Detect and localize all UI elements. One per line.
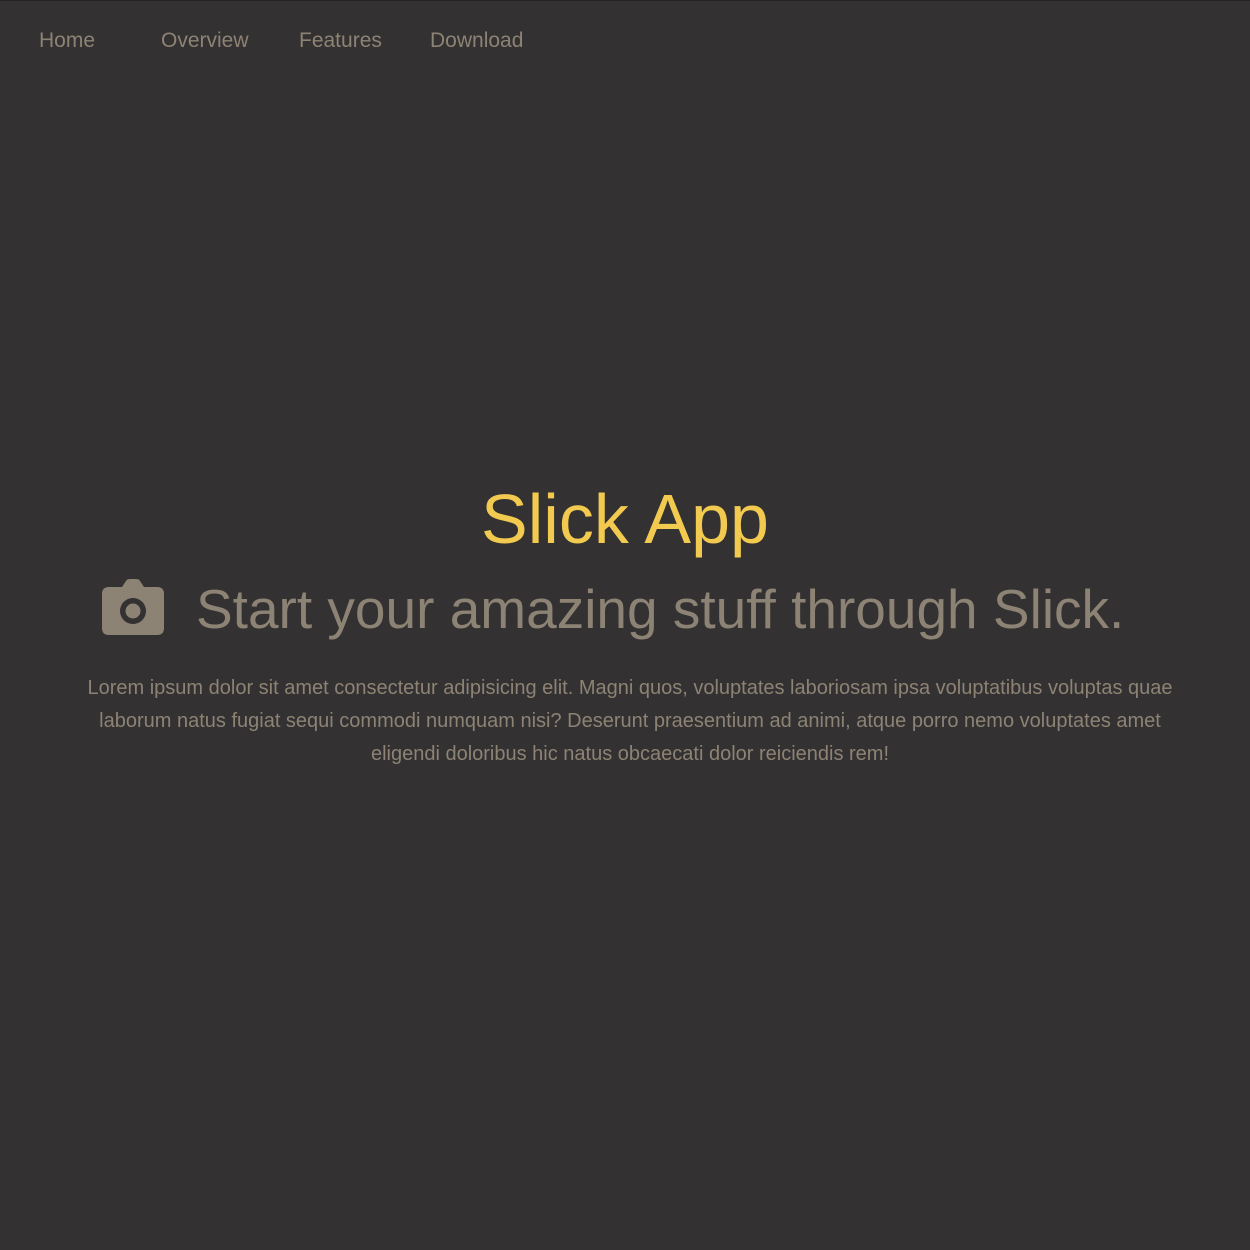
- nav-link-download[interactable]: Download: [430, 28, 523, 54]
- landing-page: Home Overview Features Download Slick Ap…: [0, 0, 1250, 1250]
- camera-icon: [102, 579, 164, 635]
- hero-subtitle-text: Start your amazing stuff through Slick.: [196, 578, 1125, 640]
- hero-title: Slick App: [481, 480, 769, 558]
- hero-subtitle: Start your amazing stuff through Slick.: [0, 575, 1250, 645]
- nav-link-overview[interactable]: Overview: [161, 28, 249, 54]
- nav-link-features[interactable]: Features: [299, 28, 382, 54]
- hero-description: Lorem ipsum dolor sit amet consectetur a…: [87, 677, 1173, 765]
- nav-link-home[interactable]: Home: [39, 28, 95, 54]
- top-nav: Home Overview Features Download: [0, 28, 1250, 54]
